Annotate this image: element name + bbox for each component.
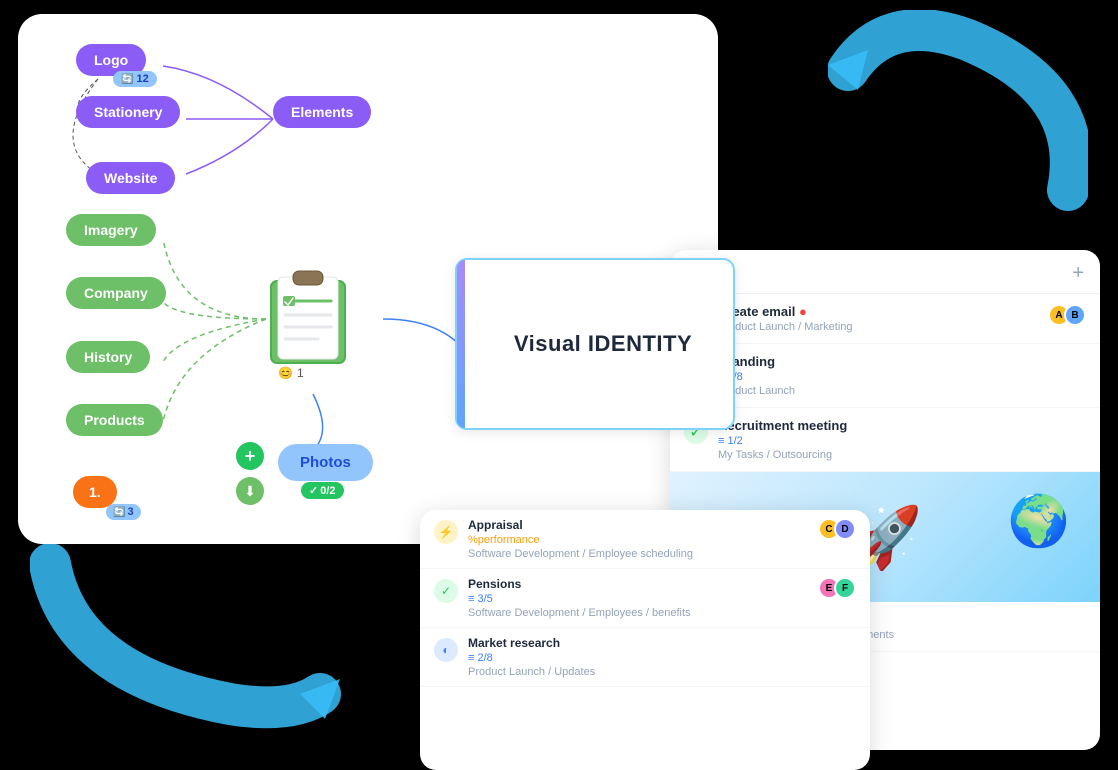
visual-identity-card: Visual IDENTITY [455,258,735,430]
task-subtitle-recruitment: My Tasks / Outsourcing [718,449,1086,461]
task-title-appraisal: Appraisal [468,518,808,532]
task-item-appraisal[interactable]: ⚡ Appraisal %performance Software Develo… [420,510,870,569]
task-avatars-appraisal: C D [818,518,856,540]
task-icon-appraisal: ⚡ [434,520,458,544]
task-progress-appraisal: %performance [468,534,808,546]
task-icon-pensions: ✓ [434,579,458,603]
task-subtitle-branding: Product Launch [718,385,1086,397]
photos-node[interactable]: Photos [278,444,373,481]
task-progress-branding: ≡ 4/8 [718,371,1086,383]
stationery-node[interactable]: Stationery [76,96,180,128]
company-node[interactable]: Company [66,277,166,309]
task-content-branding: Branding ≡ 4/8 Product Launch [718,354,1086,397]
task-subtitle-market-research: Product Launch / Updates [468,666,856,678]
task-content-pensions: Pensions ≡ 3/5 Software Development / Em… [468,577,808,619]
task-item-market-research[interactable]: ◐ Market research ≡ 2/8 Product Launch /… [420,628,870,687]
task-progress-market-research: ≡ 2/8 [468,652,856,664]
website-node[interactable]: Website [86,162,175,194]
task-subtitle-appraisal: Software Development / Employee scheduli… [468,548,808,560]
products-node[interactable]: Products [66,404,163,436]
task-item-pensions[interactable]: ✓ Pensions ≡ 3/5 Software Development / … [420,569,870,628]
clipboard-badge: 😊 1 [278,366,304,380]
color-bar [457,260,465,428]
task-progress-pensions: ≡ 3/5 [468,593,808,605]
clipboard-icon [263,269,353,369]
task-content-create-email: Create email ● Product Launch / Marketin… [718,304,1038,333]
orange-badge: 🔄 3 [106,504,141,520]
task-subtitle-pensions: Software Development / Employees / benef… [468,607,808,619]
bg-arrow-bottom-left [30,534,350,754]
bottom-task-panel: ⚡ Appraisal %performance Software Develo… [420,510,870,770]
task-content-market-research: Market research ≡ 2/8 Product Launch / U… [468,636,856,678]
task-title-branding: Branding [718,354,1086,369]
logo-badge: 🔄 12 [113,71,157,87]
photos-badge: ✓ 0/2 [301,482,344,499]
download-button[interactable]: ⬇ [236,477,264,505]
task-avatar-create-email: A B [1048,304,1086,326]
task-content-appraisal: Appraisal %performance Software Developm… [468,518,808,560]
add-task-button[interactable]: + [1072,262,1084,285]
add-button[interactable]: + [236,442,264,470]
orange-node[interactable]: 1. [73,476,117,508]
bg-arrow-top-right [828,10,1088,230]
task-avatars-pensions: E F [818,577,856,599]
elements-node[interactable]: Elements [273,96,371,128]
task-content-recruitment: Recruitment meeting ≡ 1/2 My Tasks / Out… [718,418,1086,461]
task-icon-market-research: ◐ [434,638,458,662]
history-node[interactable]: History [66,341,150,373]
task-title-pensions: Pensions [468,577,808,591]
visual-identity-text: Visual IDENTITY [498,331,692,357]
task-progress-recruitment: ≡ 1/2 [718,435,1086,447]
task-subtitle-create-email: Product Launch / Marketing [718,321,1038,333]
task-title-market-research: Market research [468,636,856,650]
task-title-create-email: Create email ● [718,304,1038,319]
imagery-node[interactable]: Imagery [66,214,156,246]
task-title-recruitment: Recruitment meeting [718,418,1086,433]
